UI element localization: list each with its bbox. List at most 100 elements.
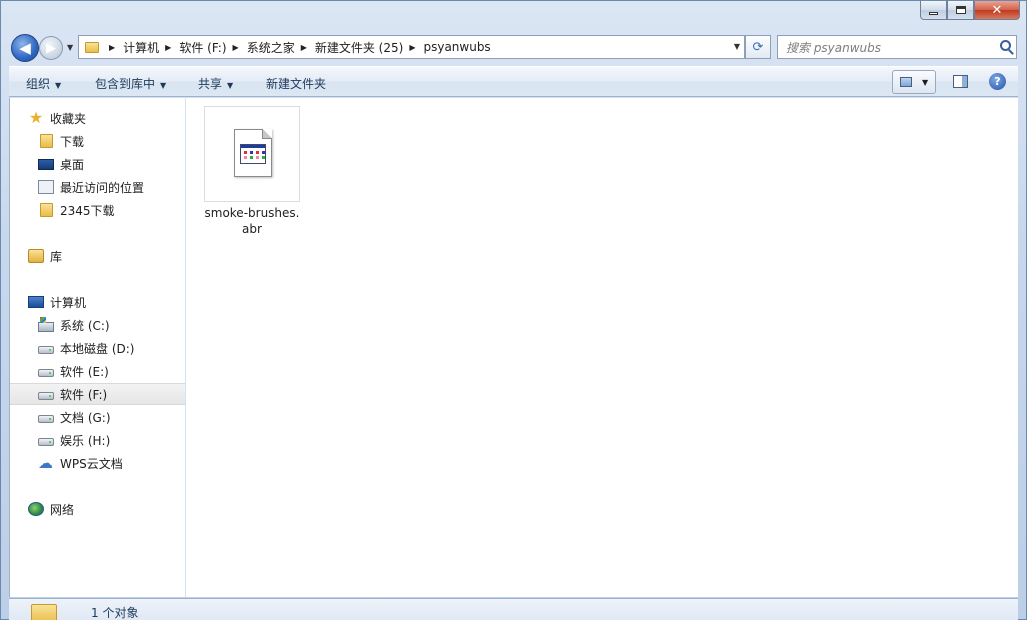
close-icon: ✕ [991, 2, 1003, 18]
sidebar-item-label: 文档 (G:) [60, 410, 111, 425]
organize-menu[interactable]: 组织 ▼ [26, 75, 61, 92]
sidebar-item-label: 系统 (C:) [60, 318, 110, 333]
address-dropdown-icon[interactable]: ▼ [734, 42, 740, 51]
sidebar-item-desktop[interactable]: 桌面 [10, 153, 185, 175]
breadcrumb-computer[interactable]: 计算机 [123, 39, 159, 56]
sidebar-item-libraries[interactable]: 库 [10, 245, 185, 267]
network-icon [28, 502, 44, 516]
hard-drive-icon [38, 415, 54, 423]
hard-drive-icon [38, 369, 54, 377]
navigation-pane: ★ 收藏夹 下载 桌面 最近访问的位置 2345下载 库 计算机 系统 (C:) [10, 98, 186, 597]
breadcrumb-xitongzhijia[interactable]: 系统之家 [247, 39, 295, 56]
view-icon [900, 77, 912, 87]
star-icon: ★ [28, 108, 44, 127]
sidebar-item-recent-places[interactable]: 最近访问的位置 [10, 176, 185, 198]
chevron-down-icon: ▼ [55, 81, 62, 90]
search-placeholder: 搜索 psyanwubs [786, 40, 882, 55]
help-icon[interactable]: ? [989, 73, 1006, 90]
sidebar-item-favorites[interactable]: ★ 收藏夹 [10, 107, 185, 129]
sidebar-item-label: 库 [50, 249, 63, 264]
sidebar-item-label: 软件 (F:) [60, 387, 108, 402]
sidebar-item-drive-g[interactable]: 文档 (G:) [10, 406, 185, 428]
sidebar-item-label: 本地磁盘 (D:) [60, 341, 135, 356]
sidebar-item-2345-downloads[interactable]: 2345下载 [10, 199, 185, 221]
sidebar-item-drive-c[interactable]: 系统 (C:) [10, 314, 185, 336]
sidebar-item-label: 桌面 [60, 157, 85, 172]
file-name: smoke-brushes.abr [204, 206, 300, 236]
breadcrumb-new-folder-25[interactable]: 新建文件夹 (25) [315, 39, 403, 56]
close-button[interactable]: ✕ [974, 1, 1020, 20]
folder-icon [85, 41, 99, 53]
breadcrumb-separator-icon[interactable]: ▶ [159, 43, 179, 52]
recent-pages-dropdown[interactable]: ▼ [67, 43, 73, 52]
sidebar-item-label: 下载 [60, 134, 85, 149]
recent-places-icon [38, 180, 54, 194]
sidebar-item-label: 软件 (E:) [60, 364, 109, 379]
sidebar-item-label: 娱乐 (H:) [60, 433, 111, 448]
minimize-button[interactable] [920, 1, 947, 20]
content-area: ★ 收藏夹 下载 桌面 最近访问的位置 2345下载 库 计算机 系统 (C:) [9, 98, 1018, 597]
sidebar-item-label: WPS云文档 [60, 456, 123, 471]
breadcrumb-separator-icon[interactable]: ▶ [295, 43, 315, 52]
system-drive-icon [38, 316, 54, 332]
document-icon [234, 129, 272, 177]
sidebar-item-computer[interactable]: 计算机 [10, 291, 185, 313]
computer-icon [28, 296, 44, 308]
sidebar-item-label: 最近访问的位置 [60, 180, 145, 195]
address-bar[interactable]: ▶ 计算机 ▶ 软件 (F:) ▶ 系统之家 ▶ 新建文件夹 (25) ▶ ps… [78, 35, 745, 59]
sidebar-item-label: 计算机 [50, 295, 87, 310]
maximize-button[interactable] [947, 1, 974, 20]
forward-arrow-icon: ▶ [46, 40, 56, 56]
help-glyph: ? [994, 75, 1001, 88]
sidebar-item-label: 收藏夹 [50, 111, 87, 126]
search-icon[interactable] [1000, 40, 1011, 51]
folder-icon [40, 203, 53, 217]
refresh-icon: ⟳ [752, 39, 764, 55]
sidebar-item-label: 2345下载 [60, 203, 115, 218]
sidebar-item-downloads[interactable]: 下载 [10, 130, 185, 152]
sidebar-item-label: 网络 [50, 502, 75, 517]
maximize-icon [955, 6, 966, 14]
sidebar-item-network[interactable]: 网络 [10, 498, 185, 520]
sidebar-item-drive-d[interactable]: 本地磁盘 (D:) [10, 337, 185, 359]
caption-buttons: ✕ [920, 1, 1020, 20]
chevron-down-icon: ▼ [227, 81, 234, 90]
explorer-window: ✕ ◀ ▶ ▼ ▶ 计算机 ▶ 软件 (F:) ▶ 系统之家 ▶ 新建文件夹 (… [0, 0, 1027, 620]
breadcrumb-separator-icon[interactable]: ▶ [227, 43, 247, 52]
sidebar-item-drive-f[interactable]: 软件 (F:) [10, 383, 185, 405]
breadcrumb-psyanwubs[interactable]: psyanwubs [423, 40, 490, 54]
hard-drive-icon [38, 438, 54, 446]
change-view-button[interactable]: ▼ [892, 70, 936, 94]
organize-label: 组织 [26, 77, 51, 91]
back-button[interactable]: ◀ [11, 34, 39, 62]
application-icon [240, 144, 266, 164]
forward-button[interactable]: ▶ [39, 36, 63, 60]
breadcrumb-separator-icon[interactable]: ▶ [103, 43, 123, 52]
share-menu[interactable]: 共享 ▼ [198, 75, 233, 92]
chevron-down-icon[interactable]: ▼ [922, 78, 928, 87]
refresh-button[interactable]: ⟳ [745, 35, 771, 59]
downloads-folder-icon [40, 134, 53, 148]
back-arrow-icon: ◀ [19, 39, 31, 57]
item-count: 1 个对象 [91, 606, 139, 620]
new-folder-button[interactable]: 新建文件夹 [266, 75, 326, 92]
breadcrumb-drive-f[interactable]: 软件 (F:) [179, 39, 226, 56]
sidebar-item-drive-e[interactable]: 软件 (E:) [10, 360, 185, 382]
include-in-library-label: 包含到库中 [95, 77, 156, 91]
command-bar: 组织 ▼ 包含到库中 ▼ 共享 ▼ 新建文件夹 ▼ ? [9, 66, 1018, 97]
minimize-icon [929, 11, 938, 15]
hard-drive-icon [38, 346, 54, 354]
desktop-icon [38, 158, 54, 170]
share-label: 共享 [198, 77, 223, 91]
file-thumbnail [204, 106, 300, 202]
sidebar-item-drive-h[interactable]: 娱乐 (H:) [10, 429, 185, 451]
search-input[interactable]: 搜索 psyanwubs [777, 35, 1017, 59]
sidebar-item-wps-cloud[interactable]: ☁ WPS云文档 [10, 452, 185, 474]
hard-drive-icon [38, 392, 54, 400]
breadcrumb-separator-icon[interactable]: ▶ [403, 43, 423, 52]
file-list-pane[interactable]: smoke-brushes.abr [187, 98, 1018, 597]
include-in-library-menu[interactable]: 包含到库中 ▼ [95, 75, 166, 92]
cloud-icon: ☁ [38, 454, 53, 472]
file-item[interactable]: smoke-brushes.abr [204, 106, 300, 237]
preview-pane-icon[interactable] [953, 75, 968, 88]
